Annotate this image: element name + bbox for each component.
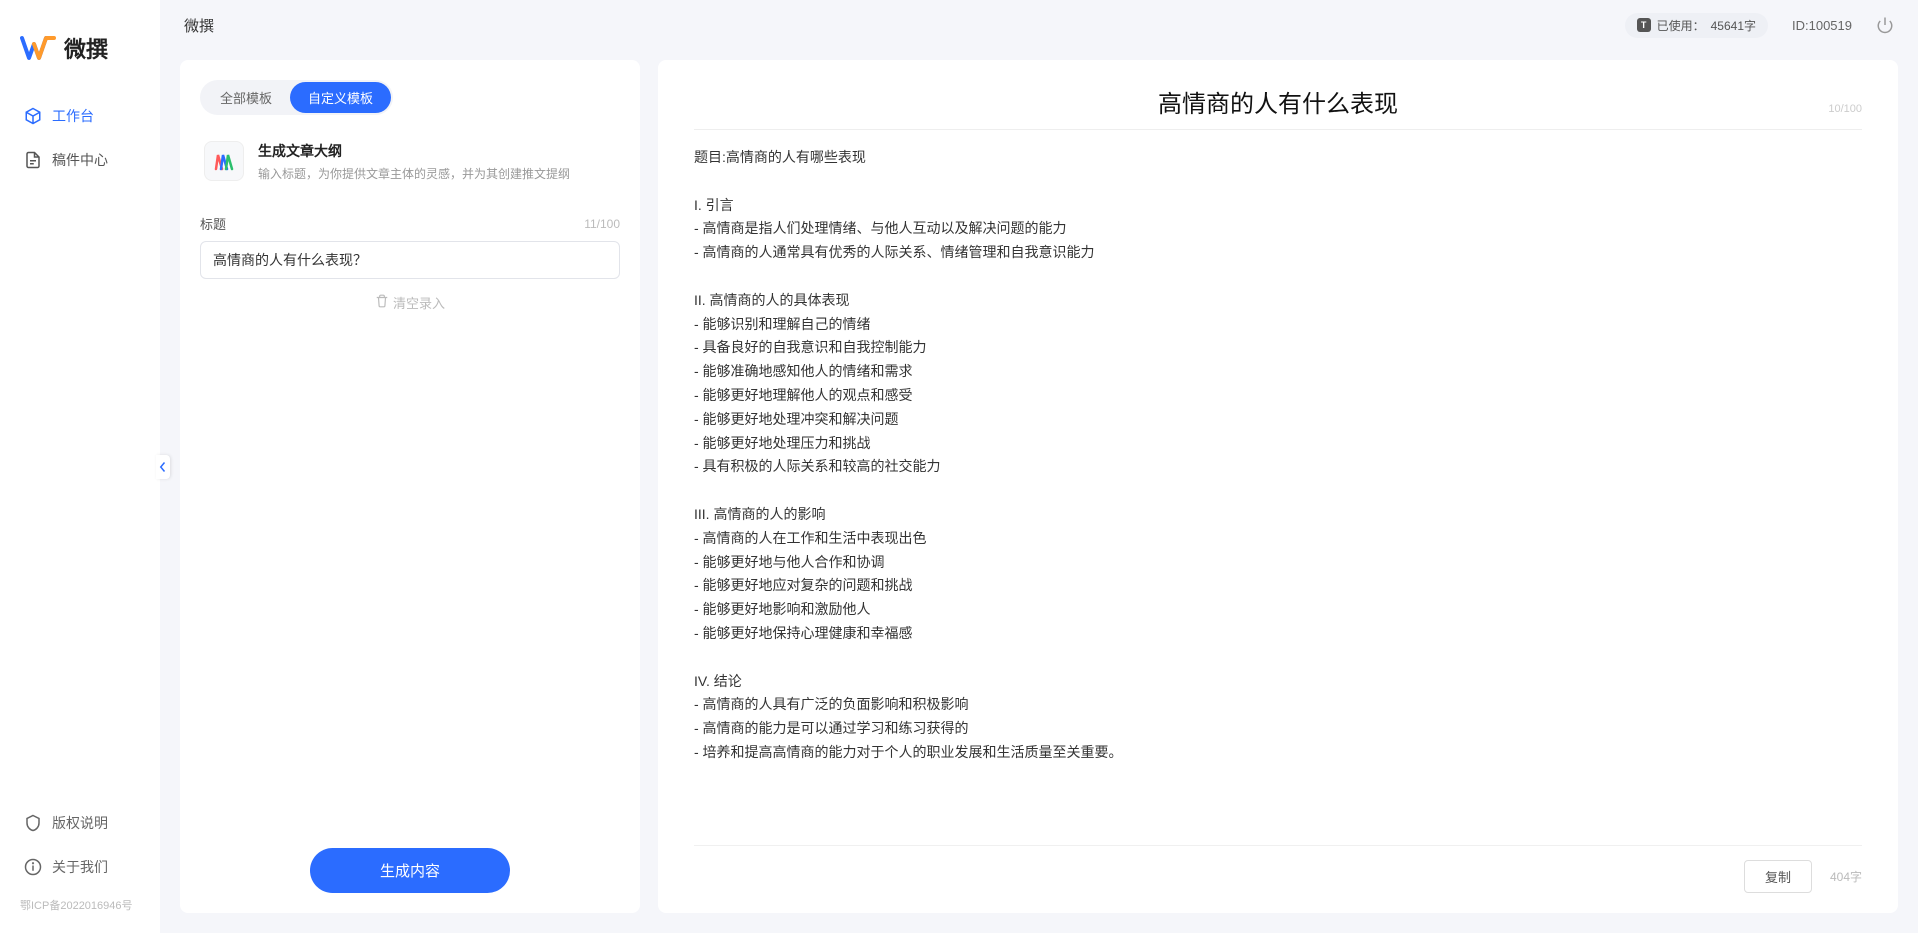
user-id: ID:100519 xyxy=(1792,18,1852,33)
main: 微撰 T 已使用： 45641字 ID:100519 全部模板 自定义模板 xyxy=(160,0,1918,933)
info-icon xyxy=(24,858,42,876)
tab-custom-templates[interactable]: 自定义模板 xyxy=(290,82,391,113)
logo[interactable]: 微撰 xyxy=(0,20,160,96)
nav: 工作台 稿件中心 xyxy=(0,96,160,803)
usage-badge[interactable]: T 已使用： 45641字 xyxy=(1625,13,1768,38)
sidebar-collapse-toggle[interactable] xyxy=(156,455,170,479)
template-icon xyxy=(204,141,244,181)
word-count: 404字 xyxy=(1830,868,1862,885)
cube-icon xyxy=(24,107,42,125)
template-title: 生成文章大纲 xyxy=(258,141,616,161)
copy-button[interactable]: 复制 xyxy=(1744,860,1812,893)
doc-title[interactable]: 高情商的人有什么表现 xyxy=(744,84,1812,119)
logo-text: 微撰 xyxy=(64,32,108,64)
title-char-count: 11/100 xyxy=(584,217,620,231)
clear-button[interactable]: 清空录入 xyxy=(200,279,620,326)
icp-text: 鄂ICP备2022016946号 xyxy=(0,891,160,913)
page-title: 微撰 xyxy=(184,15,214,36)
sidebar-footer: 版权说明 关于我们 xyxy=(0,803,160,891)
content: 全部模板 自定义模板 生成文章大纲 输入标题，为你提供文章主体的灵感，并为其创建… xyxy=(160,50,1918,933)
usage-prefix: 已使用： xyxy=(1657,17,1705,34)
template-desc: 输入标题，为你提供文章主体的灵感，并为其创建推文提纲 xyxy=(258,165,616,182)
left-panel: 全部模板 自定义模板 生成文章大纲 输入标题，为你提供文章主体的灵感，并为其创建… xyxy=(180,60,640,913)
topbar: 微撰 T 已使用： 45641字 ID:100519 xyxy=(160,0,1918,50)
nav-label: 版权说明 xyxy=(52,813,108,833)
title-label: 标题 xyxy=(200,214,226,233)
sidebar-item-workspace[interactable]: 工作台 xyxy=(10,96,150,136)
right-panel: 高情商的人有什么表现 10/100 题目:高情商的人有哪些表现 I. 引言 - … xyxy=(658,60,1898,913)
nav-label: 工作台 xyxy=(52,106,94,126)
generate-button[interactable]: 生成内容 xyxy=(310,848,510,893)
power-icon[interactable] xyxy=(1876,16,1894,34)
template-tabs: 全部模板 自定义模板 xyxy=(200,80,393,115)
clear-label: 清空录入 xyxy=(393,293,445,312)
doc-title-count: 10/100 xyxy=(1812,103,1862,115)
doc-body[interactable]: 题目:高情商的人有哪些表现 I. 引言 - 高情商是指人们处理情绪、与他人互动以… xyxy=(694,146,1862,835)
tab-all-templates[interactable]: 全部模板 xyxy=(202,82,290,113)
logo-icon xyxy=(20,30,56,66)
sidebar-item-about[interactable]: 关于我们 xyxy=(10,847,150,887)
text-icon: T xyxy=(1637,18,1651,32)
sidebar: 微撰 工作台 稿件中心 版权说明 xyxy=(0,0,160,933)
usage-value: 45641字 xyxy=(1711,17,1756,34)
shield-icon xyxy=(24,814,42,832)
template-card[interactable]: 生成文章大纲 输入标题，为你提供文章主体的灵感，并为其创建推文提纲 xyxy=(200,133,620,200)
sidebar-item-drafts[interactable]: 稿件中心 xyxy=(10,140,150,180)
title-input[interactable] xyxy=(200,241,620,279)
doc-icon xyxy=(24,151,42,169)
trash-icon xyxy=(375,294,389,311)
nav-label: 稿件中心 xyxy=(52,150,108,170)
title-form-group: 标题 11/100 xyxy=(200,214,620,279)
sidebar-item-copyright[interactable]: 版权说明 xyxy=(10,803,150,843)
nav-label: 关于我们 xyxy=(52,857,108,877)
